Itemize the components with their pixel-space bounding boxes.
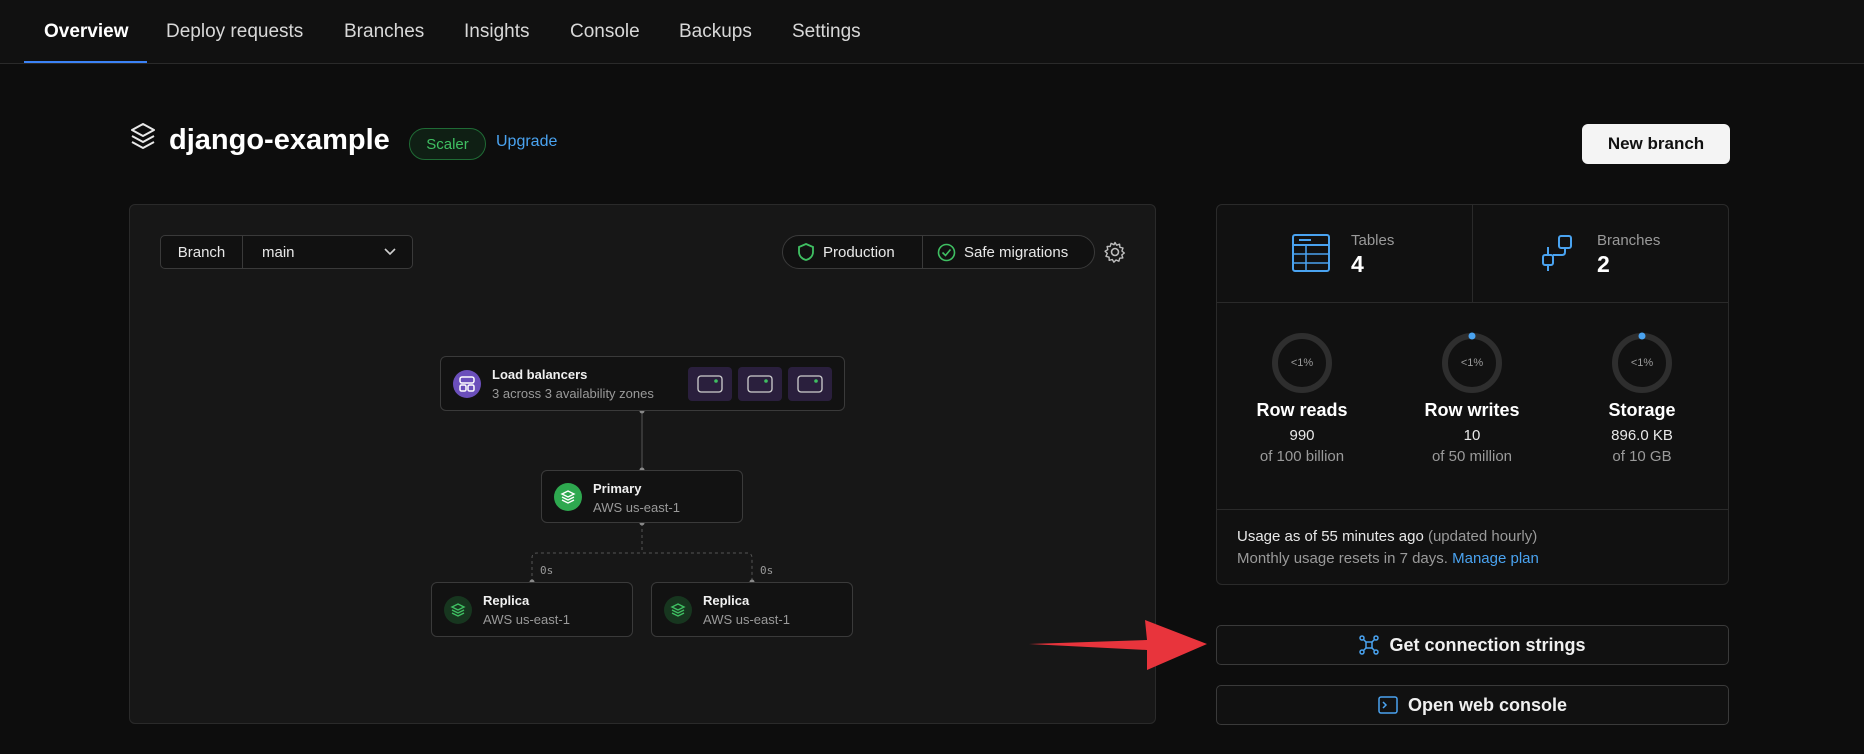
annotation-arrow-icon — [1029, 620, 1207, 670]
usage-row-writes: <1% Row writes 10 of 50 million — [1392, 332, 1552, 465]
usage-storage: <1% Storage 896.0 KB of 10 GB — [1562, 332, 1722, 465]
server-icon — [797, 375, 823, 393]
usage-value: 990 — [1289, 427, 1315, 444]
zone-box-1 — [688, 367, 732, 401]
load-balancers-node[interactable]: Load balancers 3 across 3 availability z… — [440, 356, 845, 411]
load-balancers-title: Load balancers — [492, 367, 588, 382]
replica-subtitle: AWS us-east-1 — [483, 612, 570, 627]
table-icon — [1292, 234, 1330, 272]
usage-title: Row writes — [1424, 400, 1520, 420]
tables-label: Tables — [1351, 232, 1395, 249]
terminal-icon — [1378, 696, 1398, 714]
stat-divider — [1216, 302, 1729, 303]
manage-plan-link[interactable]: Manage plan — [1452, 550, 1539, 567]
branches-label: Branches — [1597, 232, 1661, 249]
usage-ring-label: <1% — [1460, 357, 1484, 369]
replica-subtitle: AWS us-east-1 — [703, 612, 790, 627]
replica-title: Replica — [703, 593, 750, 608]
usage-timestamp: Usage as of 55 minutes ago — [1237, 528, 1424, 545]
load-balancers-subtitle: 3 across 3 availability zones — [492, 386, 654, 401]
stat-divider — [1216, 509, 1729, 510]
load-balancer-icon — [453, 370, 481, 398]
get-connection-strings-button[interactable]: Get connection strings — [1216, 625, 1729, 665]
usage-ring-label: <1% — [1630, 357, 1654, 369]
zone-box-3 — [788, 367, 832, 401]
usage-value: 896.0 KB — [1611, 427, 1673, 444]
usage-update-frequency: (updated hourly) — [1427, 528, 1538, 545]
replica-db-icon — [664, 596, 692, 624]
usage-limit: of 100 billion — [1259, 448, 1345, 465]
replica-title: Replica — [483, 593, 530, 608]
get-connection-strings-label: Get connection strings — [1389, 634, 1586, 655]
replica-db-icon — [444, 596, 472, 624]
replica-lag-1: 0s — [540, 564, 554, 577]
usage-ring: <1% — [1441, 332, 1503, 394]
usage-ring: <1% — [1271, 332, 1333, 394]
branch-icon — [1542, 235, 1572, 271]
server-icon — [747, 375, 773, 393]
open-web-console-button[interactable]: Open web console — [1216, 685, 1729, 725]
server-icon — [697, 375, 723, 393]
usage-row-reads: <1% Row reads 990 of 100 billion — [1222, 332, 1382, 465]
usage-limit: of 10 GB — [1612, 448, 1672, 465]
primary-db-icon — [554, 483, 582, 511]
usage-ring: <1% — [1611, 332, 1673, 394]
usage-value: 10 — [1463, 427, 1481, 444]
tables-count: 4 — [1351, 251, 1364, 277]
usage-ring-label: <1% — [1290, 357, 1314, 369]
open-web-console-label: Open web console — [1407, 694, 1568, 715]
usage-note: Usage as of 55 minutes ago (updated hour… — [1237, 526, 1539, 570]
primary-node[interactable]: Primary AWS us-east-1 — [541, 470, 743, 523]
replica-node-2[interactable]: Replica AWS us-east-1 — [651, 582, 853, 637]
replica-lag-2: 0s — [760, 564, 774, 577]
usage-title: Storage — [1608, 400, 1676, 420]
replica-node-1[interactable]: Replica AWS us-east-1 — [431, 582, 633, 637]
usage-title: Row reads — [1256, 400, 1348, 420]
primary-title: Primary — [593, 481, 642, 496]
branches-count: 2 — [1597, 251, 1610, 277]
zone-box-2 — [738, 367, 782, 401]
primary-subtitle: AWS us-east-1 — [593, 500, 680, 515]
connect-icon — [1359, 635, 1380, 655]
usage-limit: of 50 million — [1431, 448, 1513, 465]
stat-divider — [1472, 204, 1473, 302]
usage-reset-note: Monthly usage resets in 7 days. — [1237, 550, 1448, 567]
